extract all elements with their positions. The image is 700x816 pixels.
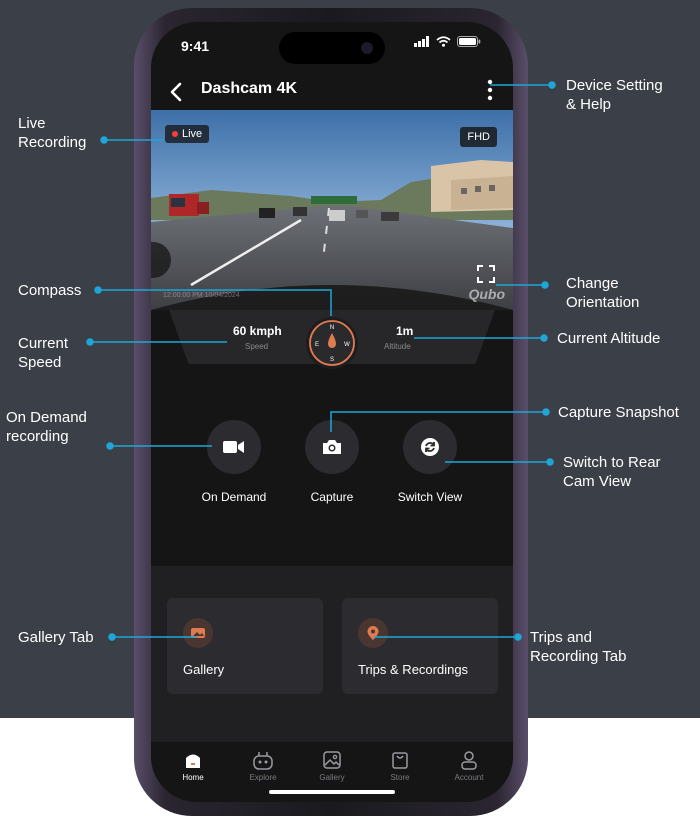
annotation-change-orientation: Change Orientation [566, 275, 640, 311]
annotation-trips-tab: Trips and Recording Tab [530, 629, 627, 665]
annotation-live-recording: Live Recording [18, 115, 87, 151]
annotation-current-altitude: Current Altitude [557, 330, 661, 347]
annotation-capture-snapshot: Capture Snapshot [558, 404, 679, 421]
annotation-compass: Compass [18, 282, 82, 299]
annotation-switch-rear: Switch to Rear Cam View [563, 454, 661, 490]
annotation-gallery-tab: Gallery Tab [18, 629, 94, 646]
annotation-on-demand: On Demand recording [6, 409, 87, 445]
annotation-device-setting: Device Setting & Help [566, 77, 663, 113]
annotation-current-speed: Current Speed [18, 335, 69, 371]
